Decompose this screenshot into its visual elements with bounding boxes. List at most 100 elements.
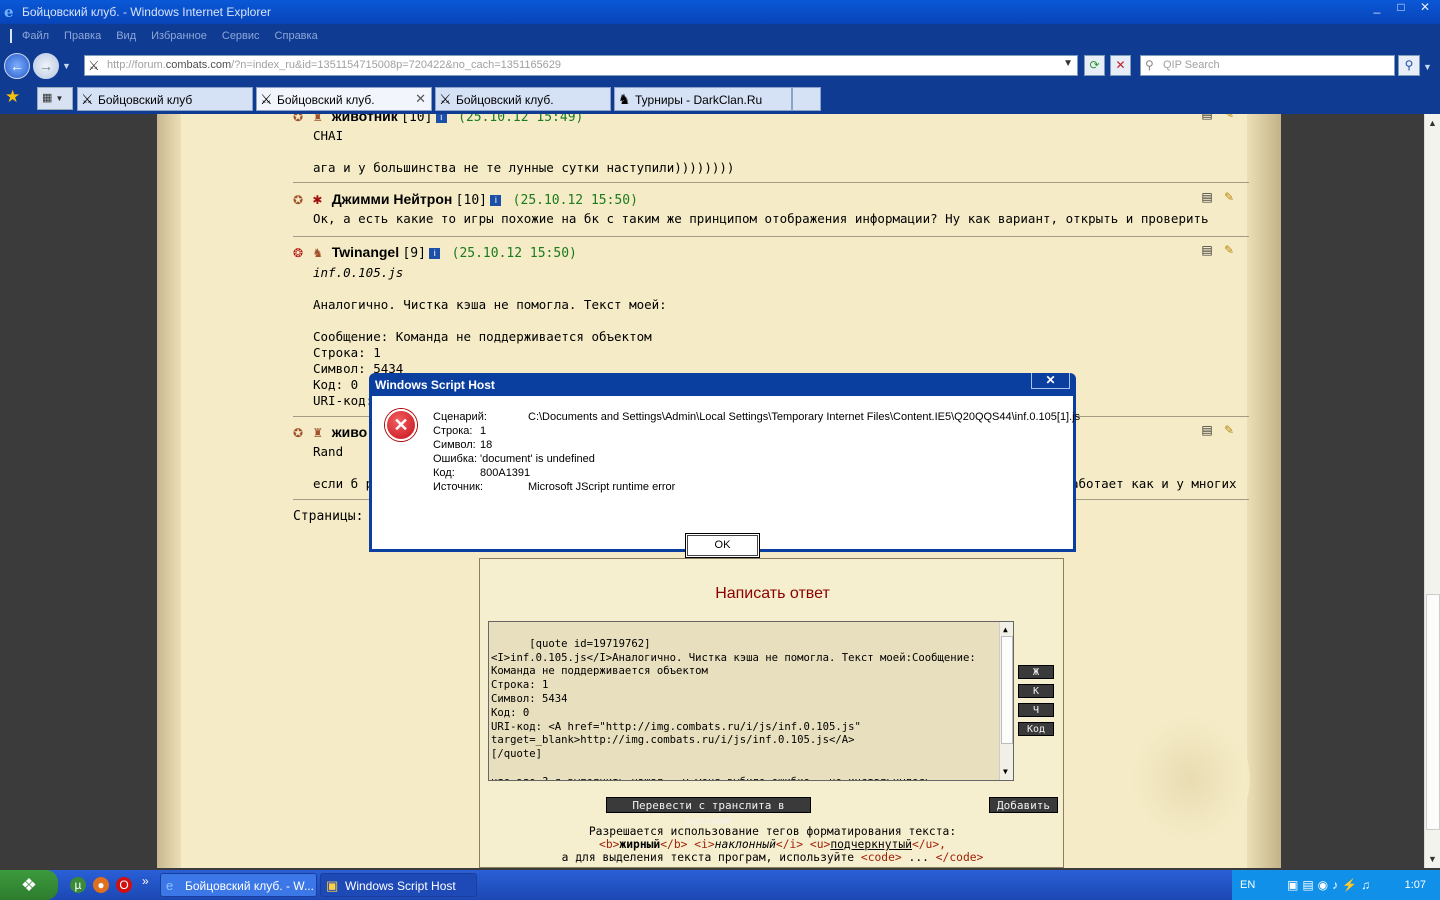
favorites-star-icon[interactable]: ★	[5, 87, 20, 107]
avatar-icon: ♞	[312, 246, 324, 260]
tab-favicon-icon: ⚔	[439, 91, 452, 107]
history-dropdown-icon[interactable]: ▼	[62, 61, 71, 71]
quick-tabs-button[interactable]: ▦ ▼	[37, 87, 73, 110]
quicklaunch-more-icon[interactable]: »	[142, 874, 149, 888]
post-author[interactable]: Джимми Нейтрон	[332, 191, 453, 207]
code-button[interactable]: Код	[1018, 722, 1054, 736]
textarea-scrollbar[interactable]: ▲ ▼	[999, 622, 1013, 780]
post-divider	[293, 236, 1249, 237]
address-field[interactable]: ⚔ http://forum.combats.com/?n=index_ru&i…	[84, 55, 1078, 76]
add-reply-button[interactable]: Добавить	[989, 797, 1058, 813]
tab-3[interactable]: ⚔ Бойцовский клуб.	[435, 87, 611, 111]
tab-favicon-icon: ⚔	[260, 91, 273, 107]
opera-icon[interactable]: O	[116, 877, 132, 893]
tab-label: Бойцовский клуб	[98, 93, 193, 107]
post-author[interactable]: живо	[332, 424, 368, 440]
tab-close-icon[interactable]: ✕	[415, 91, 426, 107]
tab-1[interactable]: ⚔ Бойцовский клуб	[77, 87, 253, 111]
post-line: Аналогично. Чистка кэша не помогла. Текс…	[313, 297, 667, 312]
maximize-button[interactable]: □	[1390, 0, 1412, 16]
scroll-down-icon[interactable]: ▼	[1428, 854, 1437, 864]
post-header: ✪ ♜ живо	[293, 424, 367, 442]
refresh-icon[interactable]: ⟳	[1084, 55, 1105, 76]
forward-button[interactable]: →	[33, 53, 59, 79]
firefox-icon[interactable]: ●	[93, 877, 109, 893]
stop-icon[interactable]: ✕	[1110, 55, 1131, 76]
reply-text: [quote id=19719762] <I>inf.0.105.js</I>А…	[491, 637, 976, 780]
scroll-up-icon[interactable]: ▲	[1428, 118, 1437, 128]
reply-icon[interactable]: ✎	[1221, 424, 1237, 438]
dialog-close-button[interactable]: ✕	[1031, 373, 1070, 389]
start-button[interactable]: ❖	[0, 870, 58, 900]
underline-button[interactable]: Ч	[1018, 703, 1054, 717]
reply-icon[interactable]: ✎	[1221, 191, 1237, 205]
menu-help[interactable]: Справка	[275, 30, 318, 42]
help-line: <b>жирный</b> <i>наклонный</i> <u>подчер…	[599, 838, 946, 851]
ok-button[interactable]: OK	[685, 533, 760, 558]
search-provider-icon: ⚲	[1145, 58, 1154, 72]
tab-label: Бойцовский клуб.	[456, 93, 554, 107]
reply-title: Написать ответ	[715, 585, 830, 602]
page-scrollbar[interactable]: ▲ ▼	[1424, 114, 1440, 868]
formatting-help: Разрешается использование тегов форматир…	[480, 825, 1065, 864]
post-author[interactable]: животник	[332, 114, 398, 124]
menu-edit[interactable]: Правка	[64, 30, 101, 42]
scroll-up-icon[interactable]: ▲	[1003, 623, 1008, 637]
tray-icons[interactable]: ▣▤◉♪⚡♫	[1287, 878, 1374, 892]
menu-favorites[interactable]: Избранное	[151, 30, 207, 42]
menu-view[interactable]: Вид	[116, 30, 136, 42]
bold-button[interactable]: Ж	[1018, 665, 1054, 679]
info-icon[interactable]: i	[435, 114, 447, 123]
quick-tabs-dropdown-icon[interactable]: ▼	[55, 94, 63, 103]
scroll-down-icon[interactable]: ▼	[1003, 765, 1008, 779]
reply-icon[interactable]: ✎	[1221, 114, 1237, 122]
back-button[interactable]: ←	[4, 53, 30, 79]
globe-watermark	[1130, 714, 1250, 844]
post-line: ага и у большинства не те лунные сутки н…	[313, 160, 735, 175]
quote-icon[interactable]: ▤	[1199, 244, 1215, 258]
tab-label: Турниры - DarkClan.Ru	[635, 93, 763, 107]
taskbar-item-wsh[interactable]: ▣ Windows Script Host	[320, 873, 477, 897]
close-window-button[interactable]: ✕	[1414, 0, 1436, 16]
language-indicator[interactable]: EN	[1240, 879, 1255, 891]
post-line: Ок, а есть какие то игры похожие на бк с…	[313, 211, 1209, 226]
tab-4[interactable]: ♞ Турниры - DarkClan.Ru	[614, 87, 792, 111]
post-line: CHAI	[313, 128, 344, 143]
quote-icon[interactable]: ▤	[1199, 424, 1215, 438]
reply-textarea[interactable]: [quote id=19719762] <I>inf.0.105.js</I>А…	[488, 621, 1014, 781]
info-icon[interactable]: i	[429, 248, 441, 259]
tab-favicon-icon: ♞	[618, 91, 631, 107]
post-level: [10]	[401, 114, 433, 125]
menu-file[interactable]: Файл	[22, 30, 49, 42]
taskbar-item-ie[interactable]: e Бойцовский клуб. - W...	[160, 873, 317, 897]
reply-icon[interactable]: ✎	[1221, 244, 1237, 258]
translit-button[interactable]: Перевести с транслита в русский	[606, 797, 811, 827]
post-level: [9]	[402, 246, 426, 261]
tab-favicon-icon: ⚔	[81, 91, 94, 107]
post-header: ✪ ♜ животник [10] i (25.10.12 15:49)	[293, 114, 583, 126]
search-options-icon[interactable]: ▼	[1423, 62, 1432, 72]
search-input[interactable]: ⚲ QIP Search	[1140, 55, 1395, 76]
window-titlebar: e Бойцовский клуб. - Windows Internet Ex…	[0, 0, 1440, 24]
address-dropdown-icon[interactable]: ▼	[1063, 58, 1073, 69]
help-line: а для выделения текста програм, использу…	[561, 851, 984, 864]
info-icon[interactable]: i	[490, 195, 502, 206]
search-icon[interactable]: ⚲	[1398, 55, 1420, 76]
clan-badge-icon: ✪	[293, 114, 304, 124]
italic-button[interactable]: К	[1018, 684, 1054, 698]
page-scroll-thumb[interactable]	[1426, 594, 1440, 830]
post-line: Rand	[313, 444, 344, 459]
tab-2-active[interactable]: ⚔ Бойцовский клуб. ✕	[256, 87, 432, 111]
post-tools: ▤ ✎	[1199, 114, 1249, 124]
minimize-button[interactable]: _	[1366, 0, 1388, 16]
post-author[interactable]: Twinangel	[332, 244, 399, 260]
scroll-thumb[interactable]	[1001, 636, 1013, 744]
post-divider	[293, 182, 1249, 183]
address-url[interactable]: http://forum.combats.com/?n=index_ru&id=…	[107, 59, 561, 71]
menu-tools[interactable]: Сервис	[222, 30, 260, 42]
reply-form: Написать ответ [quote id=19719762] <I>in…	[479, 558, 1064, 868]
utorrent-icon[interactable]: µ	[70, 877, 86, 893]
quote-icon[interactable]: ▤	[1199, 114, 1215, 122]
quote-icon[interactable]: ▤	[1199, 191, 1215, 205]
new-tab-button[interactable]	[792, 87, 821, 111]
